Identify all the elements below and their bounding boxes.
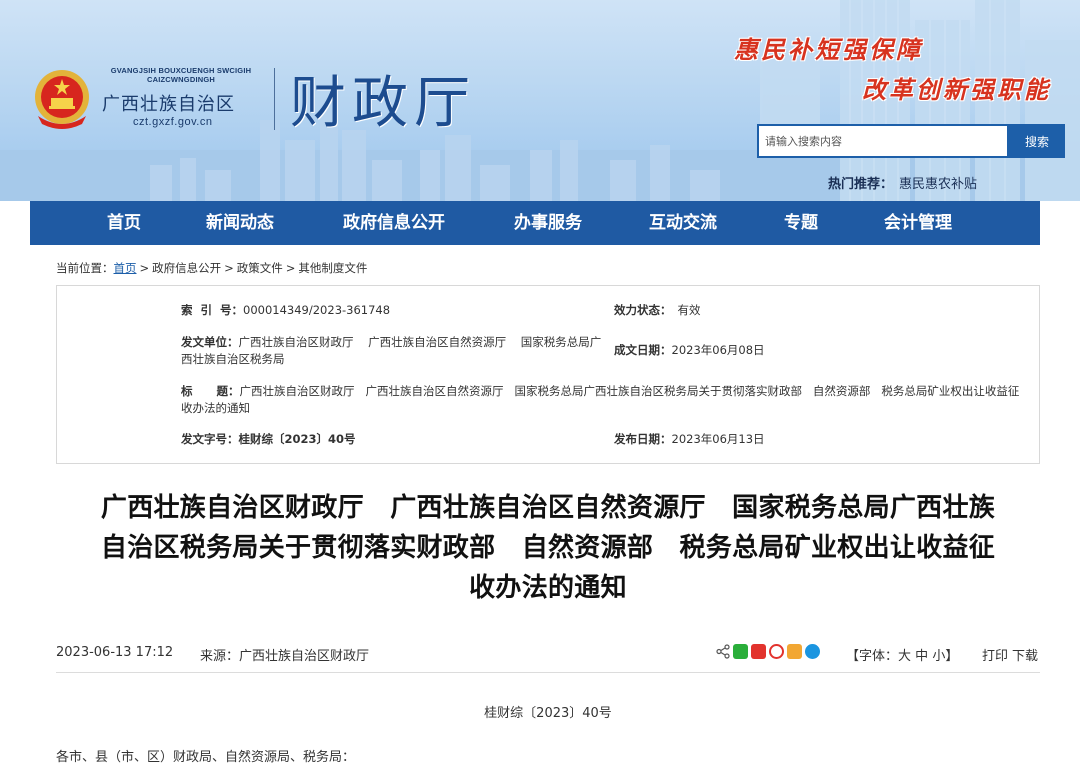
share-icon[interactable] <box>716 644 730 659</box>
hot-recommendation-label: 热门推荐： <box>828 177 894 192</box>
slogan-line-2: 改革创新强职能 <box>862 75 1051 104</box>
font-medium-button[interactable]: 中 <box>915 649 928 664</box>
department-name: 财政厅 <box>290 71 476 136</box>
brand-url: czt.gxzf.gov.cn <box>133 116 213 128</box>
meta-status-value: 有效 <box>677 303 701 317</box>
hot-recommendation: 热门推荐： 惠民惠农补贴 <box>828 173 977 192</box>
meta-docno: 发文字号：桂财综〔2023〕40号 <box>181 431 356 448</box>
meta-created-label: 成文日期： <box>614 343 672 357</box>
site-header: GVANGJSIH BOUXCUENGH SWCIGIH CAIZCWNGDIN… <box>0 0 1080 201</box>
meta-index: 索 引 号：000014349/2023-361748 <box>181 302 601 319</box>
breadcrumb-home-link[interactable]: 首页 <box>114 261 137 275</box>
qq-share-icon[interactable] <box>805 644 820 659</box>
hot-recommendation-link[interactable]: 惠民惠农补贴 <box>899 177 977 192</box>
document-title: 广西壮族自治区财政厅 广西壮族自治区自然资源厅 国家税务总局广西壮族 自治区税务… <box>100 493 996 603</box>
meta-title-value: 广西壮族自治区财政厅 广西壮族自治区自然资源厅 国家税务总局广西壮族自治区税务局… <box>181 384 1020 415</box>
meta-title-label: 标 题： <box>181 384 240 398</box>
wechat-share-icon[interactable] <box>733 644 748 659</box>
document-number: 桂财综〔2023〕40号 <box>484 706 612 721</box>
download-button[interactable]: 下载 <box>1012 649 1038 664</box>
breadcrumb: 当前位置：首页 > 政府信息公开 > 政策文件 > 其他制度文件 <box>56 260 367 276</box>
source-label: 来源： <box>200 649 240 664</box>
document-metadata-box: 索 引 号：000014349/2023-361748 效力状态： 有效 发文单位… <box>56 285 1040 464</box>
meta-created-value: 2023年06月08日 <box>671 343 765 357</box>
meta-docno-value: 桂财综〔2023〕40号 <box>238 432 356 446</box>
print-button[interactable]: 打印 <box>982 649 1008 664</box>
nav-item-home[interactable]: 首页 <box>107 201 141 245</box>
breadcrumb-separator: > <box>139 261 150 275</box>
article-tools: 打印 下载 <box>978 645 1038 664</box>
font-size-control: 【字体：大 中 小】 <box>846 645 958 664</box>
brand-divider <box>274 68 275 130</box>
meta-published-label: 发布日期： <box>614 432 672 446</box>
article-source: 来源：广西壮族自治区财政厅 <box>200 645 369 664</box>
meta-docno-label: 发文字号： <box>181 432 239 446</box>
article-info-bar: 2023-06-13 17:12 来源：广西壮族自治区财政厅 【字体：大 中 小… <box>56 643 1040 673</box>
meta-created: 成文日期：2023年06月08日 <box>614 342 765 359</box>
weibo-share-icon[interactable] <box>769 644 784 659</box>
qzone-share-icon[interactable] <box>787 644 802 659</box>
national-emblem-icon <box>35 70 89 129</box>
font-size-close: 】 <box>945 649 959 664</box>
meta-title: 标 题：广西壮族自治区财政厅 广西壮族自治区自然资源厅 国家税务总局广西壮族自治… <box>181 383 1027 417</box>
nav-item-gov-info[interactable]: 政府信息公开 <box>343 201 445 245</box>
nav-item-interaction[interactable]: 互动交流 <box>649 201 717 245</box>
meta-index-label: 索 引 号： <box>181 303 244 317</box>
font-large-button[interactable]: 大 <box>898 649 911 664</box>
brand-english-line1: GVANGJSIH BOUXCUENGH SWCIGIH <box>110 66 252 75</box>
people-daily-share-icon[interactable] <box>751 644 766 659</box>
breadcrumb-other-link[interactable]: 其他制度文件 <box>298 261 367 275</box>
font-size-open: 【字体： <box>846 649 899 664</box>
document-salutation: 各市、县（市、区）财政局、自然资源局、税务局： <box>56 750 356 765</box>
meta-status-label: 效力状态： <box>614 303 672 317</box>
breadcrumb-policy-link[interactable]: 政策文件 <box>237 261 283 275</box>
meta-issuer-value: 广西壮族自治区财政厅 广西壮族自治区自然资源厅 国家税务总局广西壮族自治区税务局 <box>181 335 602 366</box>
publish-datetime: 2023-06-13 17:12 <box>56 645 174 660</box>
share-bar <box>716 644 820 659</box>
meta-published-value: 2023年06月13日 <box>671 432 765 446</box>
brand-chinese-name: 广西壮族自治区 <box>102 94 235 115</box>
nav-item-news[interactable]: 新闻动态 <box>206 201 274 245</box>
nav-item-accounting[interactable]: 会计管理 <box>884 201 952 245</box>
breadcrumb-prefix: 当前位置： <box>56 261 114 275</box>
breadcrumb-separator: > <box>285 261 296 275</box>
nav-item-services[interactable]: 办事服务 <box>514 201 582 245</box>
meta-index-value: 000014349/2023-361748 <box>243 303 391 317</box>
brand-english-name: GVANGJSIH BOUXCUENGH SWCIGIH CAIZCWNGDIN… <box>102 66 260 84</box>
source-value: 广西壮族自治区财政厅 <box>239 649 370 664</box>
breadcrumb-gov-info-link[interactable]: 政府信息公开 <box>152 261 221 275</box>
meta-issuer: 发文单位：广西壮族自治区财政厅 广西壮族自治区自然资源厅 国家税务总局广西壮族自… <box>181 334 603 368</box>
breadcrumb-separator: > <box>224 261 234 275</box>
meta-issuer-label: 发文单位： <box>181 335 239 349</box>
meta-status: 效力状态： 有效 <box>614 302 701 319</box>
search-button[interactable]: 搜索 <box>1009 124 1065 158</box>
meta-published: 发布日期：2023年06月13日 <box>614 431 765 448</box>
search-input[interactable] <box>757 124 1009 158</box>
font-small-button[interactable]: 小 <box>932 649 945 664</box>
brand-english-line2: CAIZCWNGDINGH <box>146 75 215 84</box>
main-nav: 首页 新闻动态 政府信息公开 办事服务 互动交流 专题 会计管理 <box>30 201 1040 245</box>
slogan-line-1: 惠民补短强保障 <box>734 35 923 64</box>
nav-item-topics[interactable]: 专题 <box>784 201 818 245</box>
